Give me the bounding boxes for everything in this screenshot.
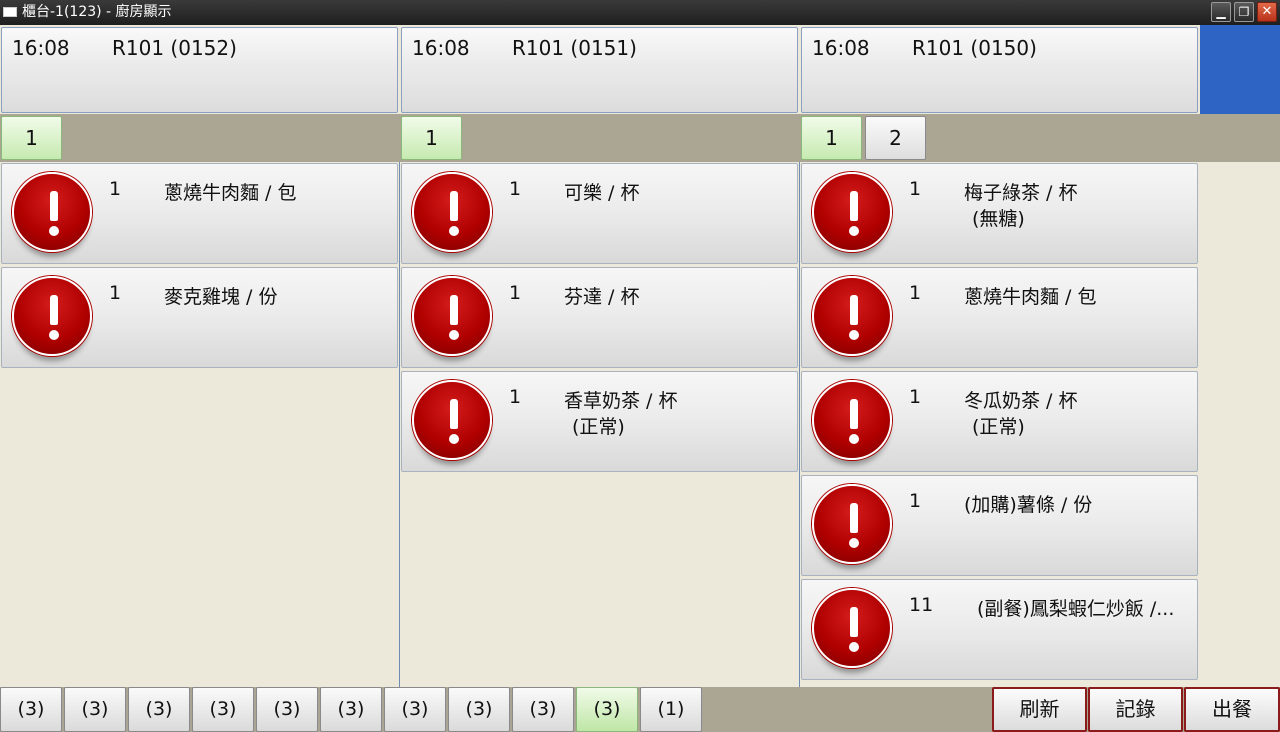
item-qty: 1 — [909, 178, 922, 200]
alert-icon — [412, 172, 492, 252]
item-qty: 1 — [509, 386, 522, 408]
order-item[interactable]: 11 (副餐)鳳梨蝦仁炒飯 /... — [801, 579, 1198, 680]
window-title: 櫃台-1(123) - 廚房顯示 — [22, 4, 172, 20]
alert-icon — [12, 172, 92, 252]
item-name: (副餐)鳳梨蝦仁炒飯 /... — [977, 598, 1175, 620]
order-group-tab[interactable]: (3) — [128, 687, 190, 732]
order-room: R101 (0150) — [912, 36, 1037, 60]
order-header[interactable]: 16:08 R101 (0150) — [801, 27, 1198, 113]
order-group-tab[interactable]: (3) — [0, 687, 62, 732]
order-group-tab[interactable]: (3) — [384, 687, 446, 732]
item-name: 芬達 / 杯 — [564, 286, 640, 308]
record-button[interactable]: 記錄 — [1088, 687, 1183, 732]
order-pages: 1 — [0, 114, 400, 162]
item-qty: 1 — [909, 282, 922, 304]
alert-icon — [812, 588, 892, 668]
title-bar: 櫃台-1(123) - 廚房顯示 ▁ ❐ ✕ — [0, 0, 1280, 25]
order-header[interactable]: 16:08 R101 (0151) — [401, 27, 798, 113]
order-item[interactable]: 1 芬達 / 杯 — [401, 267, 798, 368]
order-item[interactable]: 1 麥克雞塊 / 份 — [1, 267, 398, 368]
order-pages: 1 2 — [800, 114, 1200, 162]
page-button[interactable]: 1 — [801, 116, 862, 160]
refresh-button[interactable]: 刷新 — [992, 687, 1087, 732]
order-column: 16:08 R101 (0151) 1 1 可樂 / 杯 1 芬達 / 杯 1 … — [400, 25, 800, 687]
order-group-tab[interactable]: (1) — [640, 687, 702, 732]
order-group-tab[interactable]: (3) — [512, 687, 574, 732]
order-time: 16:08 — [812, 36, 870, 60]
empty-order-slot — [1200, 25, 1280, 114]
item-name: 麥克雞塊 / 份 — [164, 286, 278, 308]
order-group-tab[interactable]: (3) — [192, 687, 254, 732]
item-qty: 1 — [109, 282, 122, 304]
minimize-button[interactable]: ▁ — [1211, 2, 1231, 22]
order-column: 16:08 R101 (0152) 1 1 蔥燒牛肉麵 / 包 1 麥克雞塊 /… — [0, 25, 400, 687]
item-name: (加購)薯條 / 份 — [964, 494, 1093, 516]
alert-icon — [12, 276, 92, 356]
order-item[interactable]: 1 香草奶茶 / 杯 (正常) — [401, 371, 798, 472]
order-column: 16:08 R101 (0150) 1 2 1 梅子綠茶 / 杯 (無糖) 1 … — [800, 25, 1200, 687]
item-note: (正常) — [972, 416, 1025, 438]
item-qty: 1 — [909, 386, 922, 408]
alert-icon — [812, 172, 892, 252]
item-qty: 1 — [909, 490, 922, 512]
restore-button[interactable]: ❐ — [1234, 2, 1254, 22]
item-name: 梅子綠茶 / 杯 — [964, 182, 1078, 204]
order-room: R101 (0152) — [112, 36, 237, 60]
item-name: 可樂 / 杯 — [564, 182, 640, 204]
item-name: 蔥燒牛肉麵 / 包 — [164, 182, 297, 204]
item-note: (正常) — [572, 416, 625, 438]
close-button[interactable]: ✕ — [1257, 2, 1277, 22]
item-name: 蔥燒牛肉麵 / 包 — [964, 286, 1097, 308]
page-button[interactable]: 2 — [865, 116, 926, 160]
order-room: R101 (0151) — [512, 36, 637, 60]
item-name: 冬瓜奶茶 / 杯 — [964, 390, 1078, 412]
alert-icon — [812, 380, 892, 460]
page-button[interactable]: 1 — [401, 116, 462, 160]
order-item[interactable]: 1 梅子綠茶 / 杯 (無糖) — [801, 163, 1198, 264]
serve-button[interactable]: 出餐 — [1184, 687, 1280, 732]
order-item[interactable]: 1 可樂 / 杯 — [401, 163, 798, 264]
item-qty: 1 — [509, 282, 522, 304]
order-item[interactable]: 1 (加購)薯條 / 份 — [801, 475, 1198, 576]
page-button[interactable]: 1 — [1, 116, 62, 160]
order-item[interactable]: 1 冬瓜奶茶 / 杯 (正常) — [801, 371, 1198, 472]
alert-icon — [412, 276, 492, 356]
app-icon — [3, 7, 17, 17]
bottom-bar: (3) (3) (3) (3) (3) (3) (3) (3) (3) (3) … — [0, 687, 1280, 732]
order-pages: 1 — [400, 114, 800, 162]
order-group-tab[interactable]: (3) — [320, 687, 382, 732]
item-note: (無糖) — [972, 208, 1025, 230]
order-time: 16:08 — [412, 36, 470, 60]
item-name: 香草奶茶 / 杯 — [564, 390, 678, 412]
item-qty: 11 — [909, 594, 934, 616]
order-group-tab[interactable]: (3) — [448, 687, 510, 732]
order-item[interactable]: 1 蔥燒牛肉麵 / 包 — [1, 163, 398, 264]
alert-icon — [812, 484, 892, 564]
order-group-tab[interactable]: (3) — [64, 687, 126, 732]
alert-icon — [812, 276, 892, 356]
item-qty: 1 — [509, 178, 522, 200]
alert-icon — [412, 380, 492, 460]
order-time: 16:08 — [12, 36, 70, 60]
order-group-tab[interactable]: (3) — [256, 687, 318, 732]
order-header[interactable]: 16:08 R101 (0152) — [1, 27, 398, 113]
order-group-tab-active[interactable]: (3) — [576, 687, 638, 732]
order-item[interactable]: 1 蔥燒牛肉麵 / 包 — [801, 267, 1198, 368]
item-qty: 1 — [109, 178, 122, 200]
